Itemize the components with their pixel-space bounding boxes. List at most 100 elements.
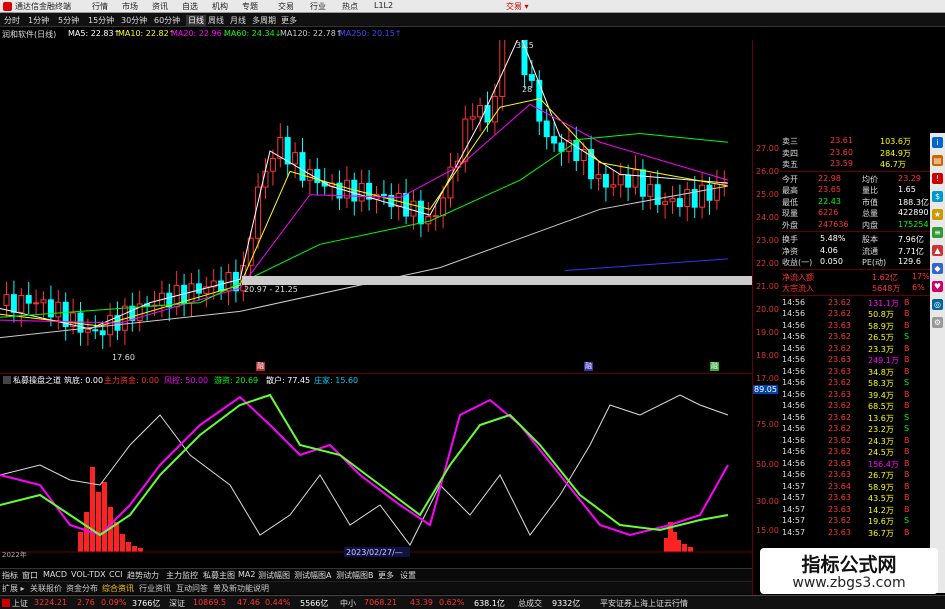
y-tick: 20.00 — [756, 305, 779, 314]
toolbar-settings-icon[interactable]: ⚙ — [932, 317, 943, 328]
total-value: 9332亿 — [552, 599, 581, 608]
indicator-menu-icon[interactable] — [3, 376, 11, 384]
tab-trend[interactable]: 趋势动力 — [127, 570, 159, 581]
tick-row: 14:57 23.63 36.7万 B — [780, 527, 930, 539]
toolbar-search-icon[interactable]: ◎ — [932, 299, 943, 310]
stat-label: 净资 — [782, 246, 798, 256]
period-tab-5min[interactable]: 5分钟 — [58, 15, 79, 26]
margin-marker-1[interactable]: 融 — [256, 362, 265, 371]
subtab-news[interactable]: 综合资讯 — [102, 583, 134, 594]
candle-body — [595, 174, 602, 180]
tab-indicator[interactable]: 指标 — [2, 570, 18, 581]
tick-price: 23.62 — [828, 332, 851, 341]
menu-institution[interactable]: 机构 — [212, 1, 228, 12]
toolbar-alert-icon[interactable]: ! — [932, 173, 943, 184]
tick-price: 23.62 — [828, 435, 851, 445]
kline-chart[interactable]: 31.5 28 17.60 20.97 - 21.25 — [0, 40, 752, 362]
subtab-qa[interactable]: 互动问答 — [176, 583, 208, 594]
tab-ma2[interactable]: MA2 — [238, 570, 255, 579]
tick-row: 14:56 23.63 156.4万 B — [780, 458, 930, 470]
flow-row: 净流入额 1.62亿 17% — [780, 271, 930, 283]
volume-bar — [78, 532, 83, 552]
period-tab-more[interactable]: 更多 — [281, 15, 297, 26]
tab-test-b[interactable]: 测试幅图B — [336, 570, 374, 581]
menu-topics[interactable]: 专题 — [242, 1, 258, 12]
tick-side: B — [904, 355, 910, 364]
menu-watchlist[interactable]: 自选 — [182, 1, 198, 12]
tab-more[interactable]: 更多 — [378, 570, 394, 581]
toolbar-chart-icon[interactable]: ▤ — [932, 155, 943, 166]
y-tick: 25.00 — [756, 190, 779, 199]
tab-private-main[interactable]: 私募主图 — [203, 570, 235, 581]
volume-bar — [96, 492, 101, 552]
menu-news[interactable]: 资讯 — [152, 1, 168, 12]
menu-quotes[interactable]: 行情 — [92, 1, 108, 12]
period-tab-60min[interactable]: 60分钟 — [154, 15, 180, 26]
subtab-help[interactable]: 普及新功能说明 — [213, 583, 269, 594]
y-tick: 22.00 — [756, 259, 779, 268]
y-tick: 24.00 — [756, 213, 779, 222]
tick-volume: 50.8万 — [868, 310, 894, 319]
period-tab-15min[interactable]: 15分钟 — [88, 15, 114, 26]
subtab-fund[interactable]: 资金分布 — [66, 583, 98, 594]
menu-trade[interactable]: 交易 — [278, 1, 294, 12]
period-tab-1min[interactable]: 1分钟 — [28, 15, 49, 26]
tab-vol-tdx[interactable]: VOL-TDX — [71, 570, 106, 579]
period-tab-multi[interactable]: 多周期 — [252, 15, 276, 26]
toolbar-news-icon[interactable]: ≡ — [932, 227, 943, 238]
period-tab-timeshare[interactable]: 分时 — [4, 15, 20, 26]
subtab-industry-news[interactable]: 行业资讯 — [139, 583, 171, 594]
stat-value: 129.6 — [898, 257, 921, 266]
tick-time: 14:57 — [782, 527, 806, 537]
toolbar-hot-icon[interactable]: ▲ — [932, 245, 943, 256]
menu-hot[interactable]: 热点 — [342, 1, 358, 12]
tick-side: B — [904, 493, 910, 502]
tab-test[interactable]: 测试幅图 — [258, 570, 290, 581]
sh-name[interactable]: 上证 — [12, 598, 28, 609]
menu-market[interactable]: 市场 — [122, 1, 138, 12]
candle-body — [528, 74, 535, 81]
toolbar-star-icon[interactable]: ★ — [932, 209, 943, 220]
tab-cci[interactable]: CCI — [109, 570, 123, 579]
tab-settings[interactable]: 设置 — [400, 570, 416, 581]
subtab-expand[interactable]: 扩展 ▸ — [2, 583, 25, 594]
candle-body — [625, 174, 632, 188]
tab-test-a[interactable]: 测试幅图A — [294, 570, 331, 581]
menu-l1l2[interactable]: L1L2 — [374, 1, 393, 10]
toolbar-fund-icon[interactable]: $ — [932, 191, 943, 202]
info-row: 今开 22.98 均价 23.29 — [780, 173, 930, 185]
broker-name[interactable]: 平安证券上海上证云行情 — [600, 598, 688, 609]
period-tab-daily[interactable]: 日线 — [186, 15, 206, 26]
tab-macd[interactable]: MACD — [43, 570, 67, 579]
trade-menu-button[interactable]: 交易 ▾ — [506, 1, 529, 12]
zx-name[interactable]: 中小 — [340, 598, 356, 609]
tick-row: 14:57 23.63 14.2万 B — [780, 504, 930, 516]
tick-price: 23.63 — [828, 366, 851, 376]
period-tab-weekly[interactable]: 周线 — [208, 15, 224, 26]
tick-volume: 43.5万 — [868, 494, 894, 503]
toolbar-heart-icon[interactable]: ♥ — [932, 281, 943, 292]
info-label: 总量 — [862, 209, 878, 218]
subtab-related[interactable]: 关联报价 — [30, 583, 62, 594]
tab-monitor[interactable]: 主力监控 — [166, 570, 198, 581]
period-tab-monthly[interactable]: 月线 — [230, 15, 246, 26]
tab-window[interactable]: 窗口 — [22, 570, 38, 581]
indicator-chart[interactable]: 2023/02/27/— 2022年 — [0, 385, 752, 560]
info-label: 现量 — [782, 209, 798, 218]
sh-amount: 3766亿 — [132, 599, 161, 608]
toolbar-share-icon[interactable]: ◆ — [932, 263, 943, 274]
volume-bar — [682, 544, 687, 552]
margin-marker-3[interactable]: 融 — [710, 362, 719, 371]
candle-body — [99, 330, 106, 336]
sz-change: 47.46 — [237, 598, 260, 607]
toolbar-info-icon[interactable]: i — [932, 137, 943, 148]
candle-body — [55, 301, 62, 318]
ma-line — [0, 97, 729, 327]
period-tab-30min[interactable]: 30分钟 — [121, 15, 147, 26]
candle-body — [195, 283, 202, 294]
candle-body — [10, 294, 17, 313]
menu-industry[interactable]: 行业 — [310, 1, 326, 12]
margin-marker-2[interactable]: 融 — [584, 362, 593, 371]
sell-volume: 103.6万 — [880, 137, 911, 146]
sz-name[interactable]: 深证 — [169, 598, 185, 609]
